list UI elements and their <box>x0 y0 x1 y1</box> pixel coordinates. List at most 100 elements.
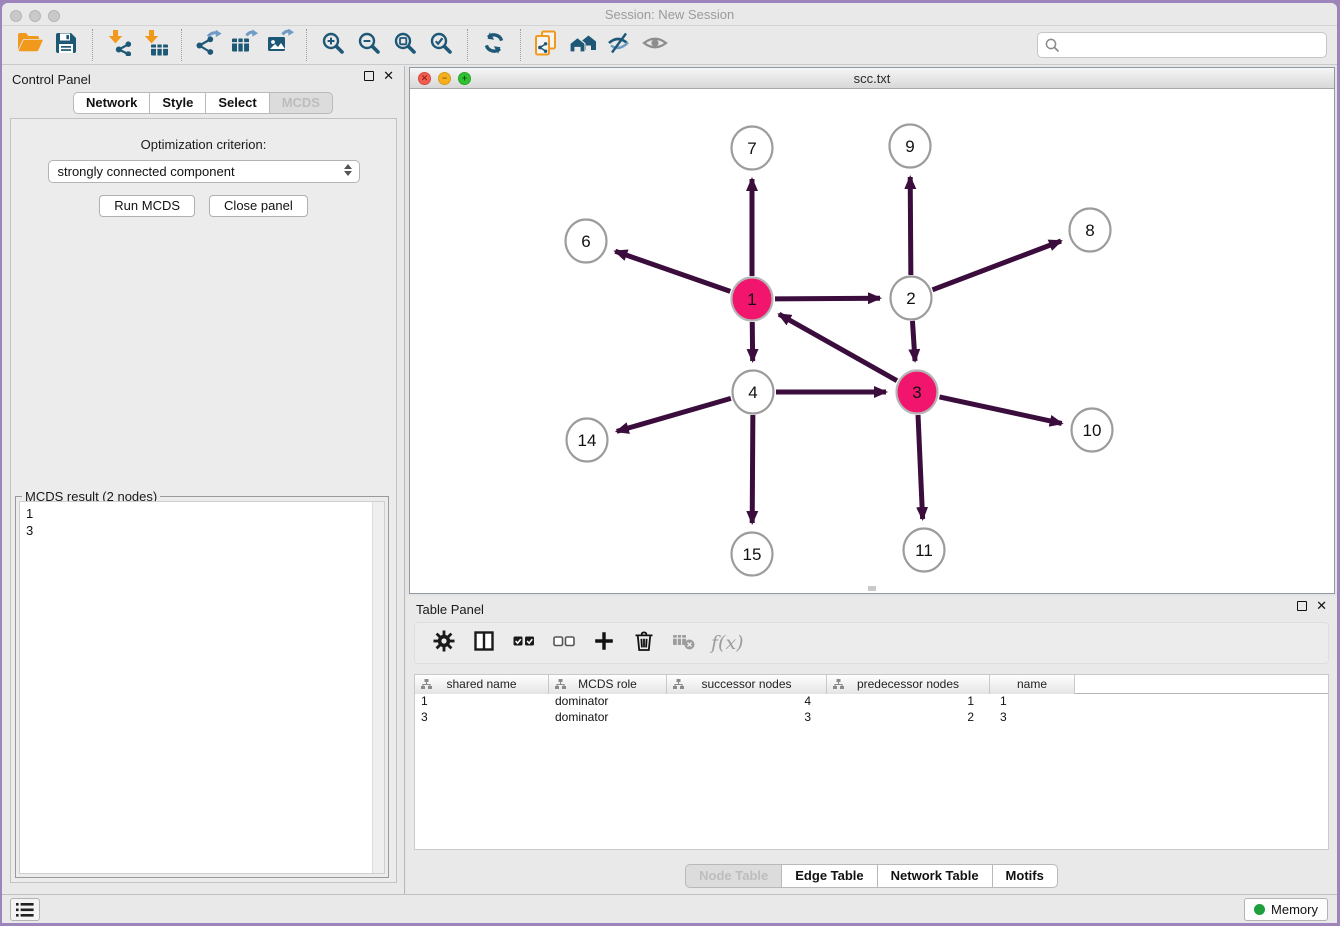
tab-style[interactable]: Style <box>149 92 205 114</box>
node-1[interactable]: 1 <box>732 278 773 321</box>
column-header-shared-name[interactable]: shared name <box>415 675 549 694</box>
edge-2-9[interactable] <box>910 177 911 275</box>
node-8[interactable]: 8 <box>1070 209 1111 252</box>
refresh-layout-button[interactable] <box>476 29 512 61</box>
zoom-in-button[interactable] <box>315 29 351 61</box>
table-cell[interactable]: 3 <box>667 710 827 726</box>
column-header-successor-nodes[interactable]: successor nodes <box>667 675 827 694</box>
home-view-button[interactable] <box>565 29 601 61</box>
toolbar-separator <box>467 29 468 61</box>
node-7[interactable]: 7 <box>732 127 773 170</box>
show-graphics-details-icon <box>642 31 668 60</box>
column-header-MCDS-role[interactable]: MCDS role <box>549 675 667 694</box>
tab-mcds[interactable]: MCDS <box>269 92 333 114</box>
control-panel-close-icon[interactable]: ✕ <box>383 71 394 81</box>
tab-node-table[interactable]: Node Table <box>685 864 781 888</box>
search-box[interactable] <box>1037 32 1327 58</box>
tab-motifs[interactable]: Motifs <box>992 864 1058 888</box>
edge-2-3[interactable] <box>912 321 915 361</box>
tab-edge-table[interactable]: Edge Table <box>781 864 876 888</box>
node-15[interactable]: 15 <box>732 533 773 576</box>
refresh-layout-icon <box>482 31 506 60</box>
column-type-icon <box>554 678 567 696</box>
tab-network[interactable]: Network <box>73 92 149 114</box>
export-network-button[interactable] <box>190 29 226 61</box>
table-cell[interactable]: 3 <box>990 710 1075 726</box>
edge-4-14[interactable] <box>617 398 731 431</box>
node-6[interactable]: 6 <box>566 220 607 263</box>
node-4[interactable]: 4 <box>733 371 774 414</box>
table-cell[interactable]: dominator <box>549 694 667 710</box>
add-row-button[interactable] <box>587 626 621 660</box>
memory-button[interactable]: Memory <box>1244 898 1328 921</box>
zoom-out-icon <box>357 31 381 60</box>
node-2[interactable]: 2 <box>891 277 932 320</box>
node-3[interactable]: 3 <box>897 371 938 414</box>
node-table: shared name MCDS role successor nodesprede… <box>414 674 1329 850</box>
task-history-button[interactable] <box>10 898 40 921</box>
delete-row-button[interactable] <box>627 626 661 660</box>
import-network-button[interactable] <box>101 29 137 61</box>
column-header-predecessor-nodes[interactable]: predecessor nodes <box>827 675 990 694</box>
export-image-button[interactable] <box>262 29 298 61</box>
zoom-selected-button[interactable] <box>423 29 459 61</box>
table-cell[interactable]: 1 <box>827 694 990 710</box>
toolbar-separator <box>520 29 521 61</box>
table-cell[interactable]: 1 <box>990 694 1075 710</box>
table-panel-close-icon[interactable]: ✕ <box>1316 601 1327 611</box>
result-scrollbar[interactable] <box>372 502 384 873</box>
clone-network-button[interactable] <box>529 29 565 61</box>
optimization-criterion-label: Optimization criterion: <box>11 137 396 152</box>
save-session-button[interactable] <box>48 29 84 61</box>
search-input[interactable] <box>1065 38 1320 53</box>
column-header-name[interactable]: name <box>990 675 1075 694</box>
table-cell[interactable]: 2 <box>827 710 990 726</box>
open-session-button[interactable] <box>12 29 48 61</box>
run-mcds-button[interactable]: Run MCDS <box>99 195 195 217</box>
mcds-result-item[interactable]: 1 <box>26 505 384 522</box>
tab-select[interactable]: Select <box>205 92 268 114</box>
edge-3-11[interactable] <box>918 415 923 519</box>
zoom-out-button[interactable] <box>351 29 387 61</box>
network-window: ✕ − + scc.txt 7968124314101511 <box>409 67 1335 594</box>
node-11[interactable]: 11 <box>904 529 945 572</box>
edge-4-15[interactable] <box>752 415 753 523</box>
criterion-select[interactable]: strongly connected component <box>48 160 360 183</box>
edge-3-10[interactable] <box>939 397 1061 424</box>
column-label: MCDS role <box>578 677 637 691</box>
control-panel-float-icon[interactable] <box>364 71 374 81</box>
gear-button[interactable] <box>427 626 461 660</box>
table-cell[interactable]: 1 <box>415 694 549 710</box>
hide-graphics-details-icon <box>607 31 631 60</box>
node-14[interactable]: 14 <box>567 419 608 462</box>
toolbar-separator <box>92 29 93 61</box>
tab-network-table[interactable]: Network Table <box>877 864 992 888</box>
select-all-button[interactable] <box>507 626 541 660</box>
close-panel-button[interactable]: Close panel <box>209 195 308 217</box>
node-9[interactable]: 9 <box>890 125 931 168</box>
table-panel-float-icon[interactable] <box>1297 601 1307 611</box>
edge-3-1[interactable] <box>779 314 897 380</box>
resize-handle[interactable] <box>868 586 876 591</box>
edge-1-6[interactable] <box>615 251 730 291</box>
show-graphics-details-button[interactable] <box>637 29 673 61</box>
node-10[interactable]: 10 <box>1072 409 1113 452</box>
zoom-fit-button[interactable] <box>387 29 423 61</box>
mcds-result-item[interactable]: 3 <box>26 522 384 539</box>
import-table-button[interactable] <box>137 29 173 61</box>
deselect-all-button[interactable] <box>547 626 581 660</box>
hide-graphics-details-button[interactable] <box>601 29 637 61</box>
column-type-icon <box>832 678 845 696</box>
table-cell[interactable]: 4 <box>667 694 827 710</box>
node-label: 8 <box>1085 221 1094 240</box>
search-icon <box>1044 37 1061 54</box>
export-table-button[interactable] <box>226 29 262 61</box>
mcds-result-list[interactable]: 13 <box>19 501 385 874</box>
split-column-button[interactable] <box>467 626 501 660</box>
edge-1-2[interactable] <box>775 298 880 299</box>
table-cell[interactable]: dominator <box>549 710 667 726</box>
node-label: 6 <box>581 232 590 251</box>
edge-2-8[interactable] <box>933 241 1062 290</box>
network-canvas[interactable]: 7 9 6 8 1 2 4 3 14 10 15 11 <box>410 89 1334 593</box>
table-cell[interactable]: 3 <box>415 710 549 726</box>
